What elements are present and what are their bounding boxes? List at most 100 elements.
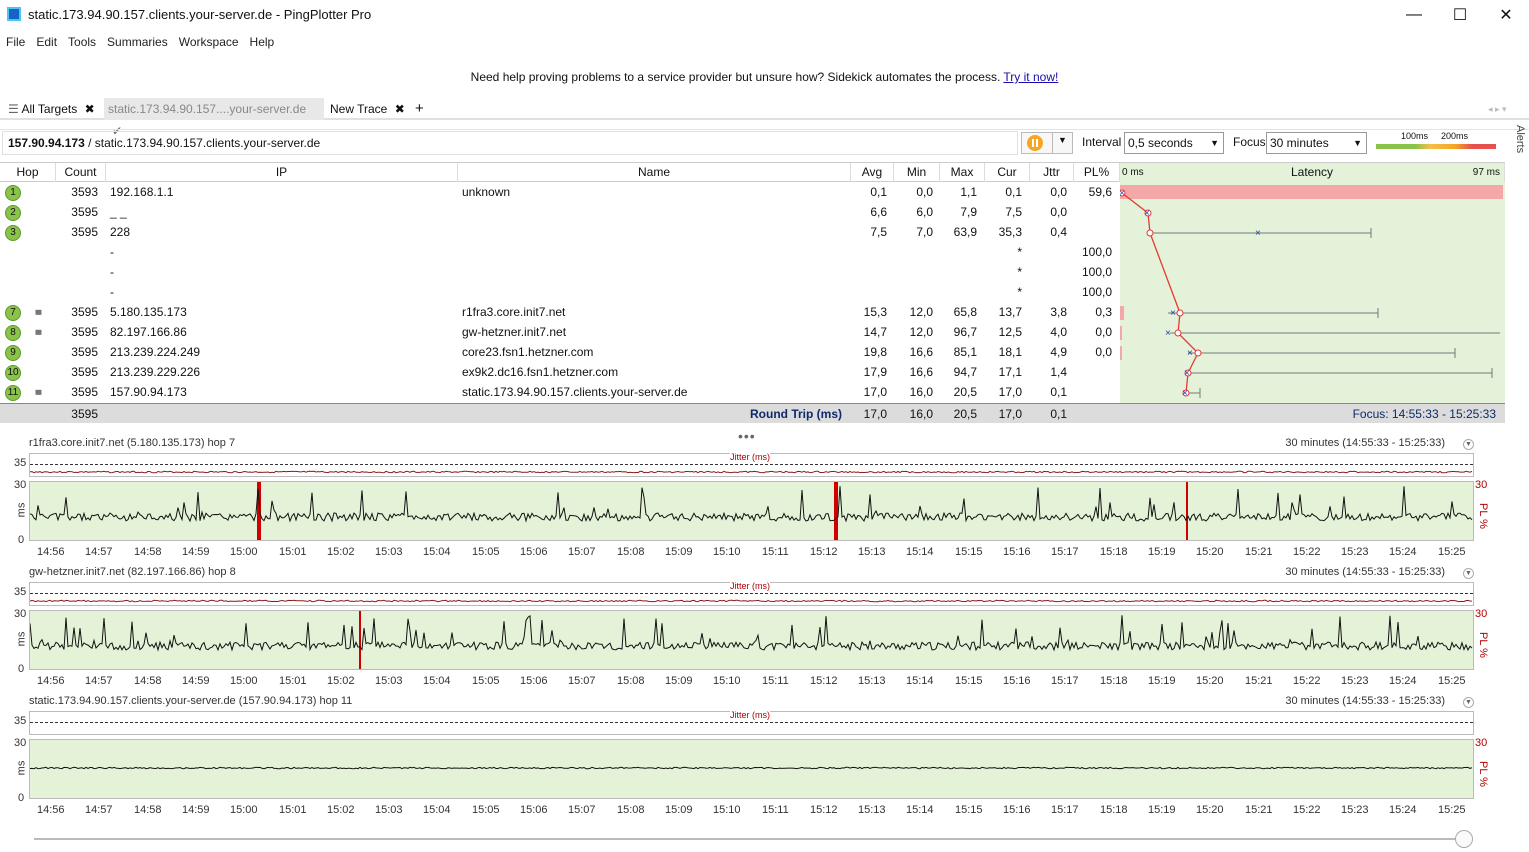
- close-icon[interactable]: ✖: [85, 102, 95, 116]
- menu-workspace[interactable]: Workspace: [179, 30, 239, 54]
- alerts-panel-tab[interactable]: Alerts: [1506, 125, 1526, 165]
- chevron-down-icon[interactable]: ▼: [1058, 135, 1067, 145]
- tab-scroll-icon[interactable]: ◂ ▸ ▾: [1484, 98, 1511, 120]
- time-tick: 15:08: [617, 546, 645, 558]
- focus-select[interactable]: 30 minutes ▼: [1266, 132, 1367, 154]
- cell-name: r1fra3.core.init7.net: [462, 305, 566, 319]
- time-tick: 15:05: [472, 675, 500, 687]
- hop-row[interactable]: 1 3593 192.168.1.1 unknown 0,1 0,0 1,1 0,1 0,0 59…: [0, 182, 1120, 202]
- cell-ip: -: [110, 265, 114, 279]
- interval-value: 0,5 seconds: [1128, 136, 1193, 150]
- time-tick: 15:00: [230, 546, 258, 558]
- time-tick: 15:15: [955, 546, 983, 558]
- col-ip[interactable]: IP: [106, 163, 458, 182]
- col-pl[interactable]: PL%: [1074, 163, 1120, 182]
- col-latency[interactable]: 0 ms Latency 97 ms: [1120, 163, 1505, 182]
- time-tick: 15:11: [762, 804, 789, 816]
- hop-row[interactable]: 11 ▮▮▮ 3595 157.90.94.173 static.173.94.90.1…: [0, 382, 1120, 402]
- cell-avg: 17,0: [863, 385, 887, 399]
- hop-row[interactable]: 9 3595 213.239.224.249 core23.fsn1.hetzner.…: [0, 342, 1120, 362]
- time-tick: 15:18: [1100, 546, 1128, 558]
- time-tick: 15:06: [520, 675, 548, 687]
- tab-all-targets[interactable]: ☰ All Targets ✖: [4, 98, 104, 120]
- tab-current-target[interactable]: static.173.94.90.157....your-server.de ✔: [104, 98, 324, 138]
- chevron-down-icon[interactable]: ▼: [1463, 439, 1474, 450]
- cell-max: 65,8: [953, 305, 977, 319]
- cell-min: 6,0: [916, 205, 933, 219]
- timeline-scroll-thumb[interactable]: [1455, 830, 1473, 848]
- hop-row[interactable]: - * 100,0: [0, 282, 1120, 302]
- target-field[interactable]: 157.90.94.173 / static.173.94.90.157.cli…: [2, 131, 1018, 155]
- summary-focus: Focus: 14:55:33 - 15:25:33: [1352, 407, 1496, 421]
- promo-link[interactable]: Try it now!: [1003, 70, 1058, 84]
- svg-text:×: ×: [1165, 328, 1171, 339]
- col-cur[interactable]: Cur: [985, 163, 1030, 182]
- hop-row[interactable]: - * 100,0: [0, 262, 1120, 282]
- time-tick: 15:17: [1051, 675, 1079, 687]
- hop-row[interactable]: 3 3595 228 7,5 7,0 63,9 35,3 0,4: [0, 222, 1120, 242]
- pl-top-label: 30: [1475, 608, 1488, 620]
- col-hop[interactable]: Hop: [0, 163, 56, 182]
- maximize-button[interactable]: ☐: [1437, 0, 1483, 30]
- col-min[interactable]: Min: [894, 163, 940, 182]
- menu-help[interactable]: Help: [250, 30, 275, 54]
- cell-avg: 17,9: [863, 365, 887, 379]
- chevron-down-icon[interactable]: ▼: [1463, 568, 1474, 579]
- svg-text:×: ×: [1182, 388, 1188, 399]
- menu-summaries[interactable]: Summaries: [107, 30, 168, 54]
- svg-text:×: ×: [1120, 188, 1125, 199]
- bar-chart-icon[interactable]: ▮▮▮: [35, 306, 42, 318]
- time-tick: 15:11: [762, 675, 789, 687]
- tab-new-trace[interactable]: New Trace ✖: [326, 98, 410, 120]
- menu-file[interactable]: File: [6, 30, 25, 54]
- col-name[interactable]: Name: [458, 163, 851, 182]
- close-button[interactable]: ✕: [1483, 0, 1529, 30]
- jitter-graph: Jitter (ms): [29, 581, 1474, 606]
- hop-row[interactable]: 2 3595 _ _ 6,6 6,0 7,9 7,5 0,0: [0, 202, 1120, 222]
- col-max[interactable]: Max: [940, 163, 985, 182]
- add-tab-button[interactable]: +: [411, 98, 428, 120]
- y-unit-label: ms: [15, 631, 28, 647]
- chevron-down-icon[interactable]: ▼: [1463, 697, 1474, 708]
- time-tick: 15:01: [279, 804, 307, 816]
- hop-graph[interactable]: static.173.94.90.157.clients.your-server…: [0, 695, 1505, 821]
- time-tick: 15:12: [810, 675, 838, 687]
- minimize-button[interactable]: —: [1391, 0, 1437, 30]
- col-avg[interactable]: Avg: [851, 163, 894, 182]
- time-tick: 15:10: [713, 675, 741, 687]
- time-tick: 14:57: [85, 546, 113, 558]
- timeline-scrollbar[interactable]: [34, 838, 1464, 840]
- interval-select[interactable]: 0,5 seconds ▼: [1124, 132, 1224, 154]
- hop-graph[interactable]: gw-hetzner.init7.net (82.197.166.86) hop…: [0, 566, 1505, 692]
- menu-tools[interactable]: Tools: [68, 30, 96, 54]
- cell-max: 96,7: [953, 325, 977, 339]
- app-icon: [7, 7, 21, 21]
- latency-scale: 100ms 200ms: [1376, 131, 1496, 153]
- latency-chart: × × × × × × × ×: [1118, 185, 1503, 399]
- close-icon[interactable]: ✖: [395, 102, 405, 116]
- pause-button[interactable]: ▼: [1021, 132, 1073, 154]
- time-tick: 14:58: [134, 546, 162, 558]
- cell-max: 85,1: [953, 345, 977, 359]
- bar-chart-icon[interactable]: ▮▮▮: [35, 326, 42, 338]
- col-count[interactable]: Count: [56, 163, 106, 182]
- hop-row[interactable]: - * 100,0: [0, 242, 1120, 262]
- time-tick: 15:16: [1003, 675, 1031, 687]
- hop-row[interactable]: 8 ▮▮▮ 3595 82.197.166.86 gw-hetzner.init7.ne…: [0, 322, 1120, 342]
- scale-bar: [1376, 144, 1496, 149]
- hop-graph[interactable]: r1fra3.core.init7.net (5.180.135.173) ho…: [0, 437, 1505, 563]
- cell-avg: 7,5: [870, 225, 887, 239]
- summary-cur: 17,0: [998, 407, 1022, 421]
- hop-row[interactable]: 10 3595 213.239.229.226 ex9k2.dc16.fsn1.het…: [0, 362, 1120, 382]
- menu-edit[interactable]: Edit: [36, 30, 57, 54]
- svg-text:×: ×: [1184, 368, 1190, 379]
- time-tick: 15:19: [1148, 675, 1176, 687]
- cell-name: core23.fsn1.hetzner.com: [462, 345, 594, 359]
- time-tick: 15:02: [327, 546, 355, 558]
- time-tick: 15:01: [279, 675, 307, 687]
- col-jttr[interactable]: Jttr: [1030, 163, 1074, 182]
- bar-chart-icon[interactable]: ▮▮▮: [35, 386, 42, 398]
- svg-text:×: ×: [1187, 348, 1193, 359]
- summary-label: Round Trip (ms): [750, 407, 842, 421]
- hop-row[interactable]: 7 ▮▮▮ 3595 5.180.135.173 r1fra3.core.init7.n…: [0, 302, 1120, 322]
